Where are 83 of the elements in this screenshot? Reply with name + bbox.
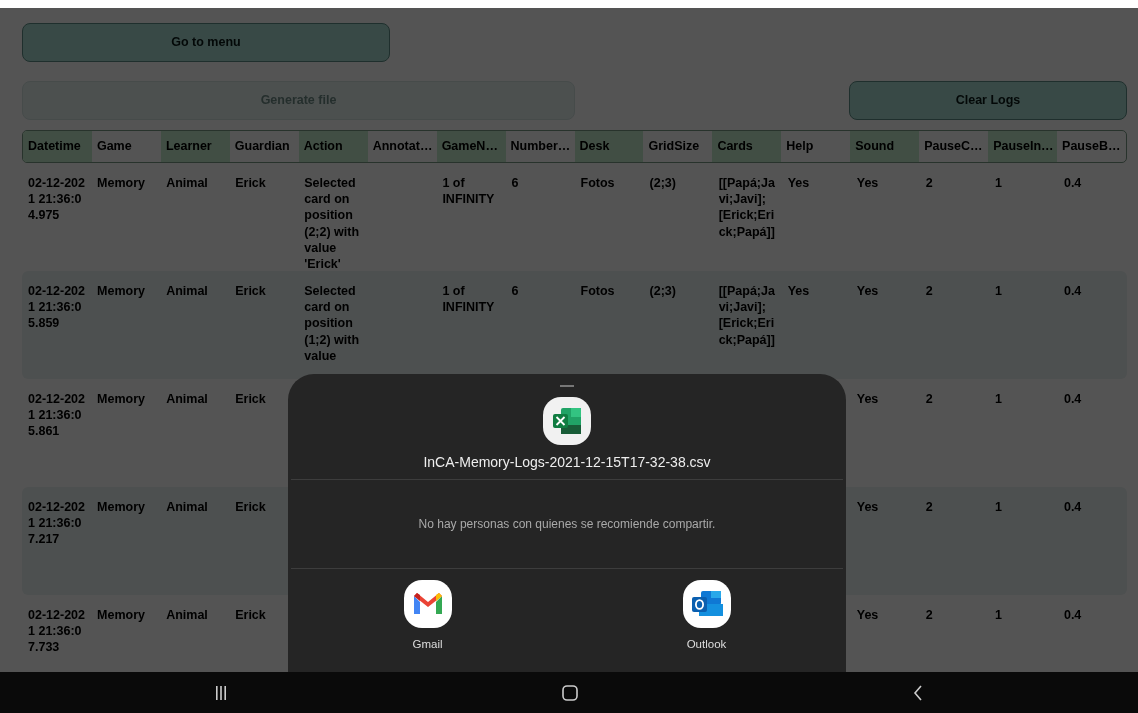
table-cell-text: (2;3) [648, 282, 677, 299]
table-cell-text: Animal [165, 606, 209, 623]
table-cell-text: 02-12-2021 21:36:07.733 [27, 606, 86, 656]
table-cell-text: [[Papá;Javi;Javi];[Erick;Erick;Papá]] [717, 282, 776, 348]
table-cell-text: 0.4 [1062, 390, 1083, 407]
button[interactable]: Clear Logs [849, 81, 1127, 120]
column-header[interactable]: Game [91, 131, 161, 162]
button[interactable]: Go to menu [22, 23, 390, 62]
table-cell-text: 02-12-2021 21:36:04.975 [27, 174, 86, 224]
column-header[interactable]: Datetime [23, 131, 92, 162]
table-cell-text: Memory [96, 282, 146, 299]
column-header[interactable]: Learner [160, 131, 230, 162]
table-cell-text: Erick [234, 498, 267, 515]
column-header[interactable]: GridSize [643, 131, 713, 162]
table-cell-text: Yes [855, 174, 880, 191]
table-cell-text: 02-12-2021 21:36:05.861 [27, 390, 86, 440]
app-label[interactable]: Gmail [412, 636, 443, 654]
table-cell-text: 1 of INFINITY [441, 282, 496, 316]
table-cell-text: [[Papá;Javi;Javi];[Erick;Erick;Papá]] [717, 174, 776, 240]
table-cell-text: Yes [855, 282, 880, 299]
spreadsheet-file-icon [543, 397, 591, 445]
mail-app-icon[interactable] [403, 580, 452, 628]
table-cell-text: 0.4 [1062, 498, 1083, 515]
empty-message: No hay personas con quienes se recomiende compartir. [418, 516, 716, 533]
table-cell-text: 2 [924, 606, 934, 623]
table-cell-text: 1 of INFINITY [441, 174, 496, 208]
table-cell-text: Erick [234, 606, 267, 623]
table-cell-text: (2;3) [648, 174, 677, 191]
column-header[interactable]: Sound [850, 131, 920, 162]
table-cell-text: 02-12-2021 21:36:05.859 [27, 282, 86, 332]
table-cell-text: Memory [96, 606, 146, 623]
table-cell-text: 1 [993, 498, 1003, 515]
table-cell-text: 1 [993, 174, 1003, 191]
table-cell-text: 0.4 [1062, 174, 1083, 191]
back-icon[interactable] [912, 684, 923, 701]
table-cell-text: Erick [234, 282, 267, 299]
table-cell-text: 6 [510, 282, 520, 299]
table-cell-text: Animal [165, 390, 209, 407]
home-icon[interactable] [562, 684, 578, 701]
column-header[interactable]: Cards [712, 131, 782, 162]
table-cell-text: Yes [855, 390, 880, 407]
table-cell-text: Selected card on position (2;2) with value 'Erick' [303, 174, 361, 273]
table-cell-text: Fotos [579, 282, 616, 299]
table-cell-text: Yes [855, 606, 880, 623]
table-cell-text: 1 [993, 390, 1003, 407]
column-header[interactable]: Help [781, 131, 851, 162]
table-cell-text: Erick [234, 174, 267, 191]
table-cell-text: Animal [165, 174, 209, 191]
table-cell-text: 0.4 [1062, 606, 1083, 623]
column-header[interactable]: Desk [574, 131, 644, 162]
table-cell-text: 2 [924, 174, 934, 191]
column-header[interactable]: Number… [505, 131, 575, 162]
app-label[interactable]: Outlook [686, 636, 727, 654]
table-cell-text: Animal [165, 498, 209, 515]
table-cell-text: Yes [786, 282, 811, 299]
column-header[interactable]: PauseC… [919, 131, 989, 162]
table-cell-text: Memory [96, 390, 146, 407]
table-cell-text: 2 [924, 390, 934, 407]
column-header[interactable]: GameN… [436, 131, 506, 162]
column-header[interactable]: PauseB… [1057, 131, 1126, 162]
table-cell-text: 6 [510, 174, 520, 191]
table-cell-text: 1 [993, 282, 1003, 299]
table-cell-text: Memory [96, 498, 146, 515]
table-cell-text: Selected card on position (1;2) with value [303, 282, 361, 364]
mail-app-icon[interactable] [682, 580, 731, 628]
column-header[interactable]: Guardian [229, 131, 299, 162]
table-cell-text: Animal [165, 282, 209, 299]
table-cell-text: 1 [993, 606, 1003, 623]
table-cell-text: Fotos [579, 174, 616, 191]
column-header[interactable]: Action [298, 131, 368, 162]
table-cell-text: 0.4 [1062, 282, 1083, 299]
table-cell-text: Yes [786, 174, 811, 191]
column-header[interactable]: Annotat… [367, 131, 437, 162]
table-cell-text: Erick [234, 390, 267, 407]
drag-handle[interactable] [560, 385, 574, 387]
recents-icon[interactable] [215, 685, 228, 700]
column-header[interactable]: PauseIn… [988, 131, 1058, 162]
table-cell-text: 02-12-2021 21:36:07.217 [27, 498, 86, 548]
file-name: InCA-Memory-Logs-2021-12-15T17-32-38.csv [422, 453, 712, 472]
table-cell-text: Memory [96, 174, 146, 191]
table-cell-text: 2 [924, 282, 934, 299]
table-cell-text: 2 [924, 498, 934, 515]
table-cell-text: Yes [855, 498, 880, 515]
